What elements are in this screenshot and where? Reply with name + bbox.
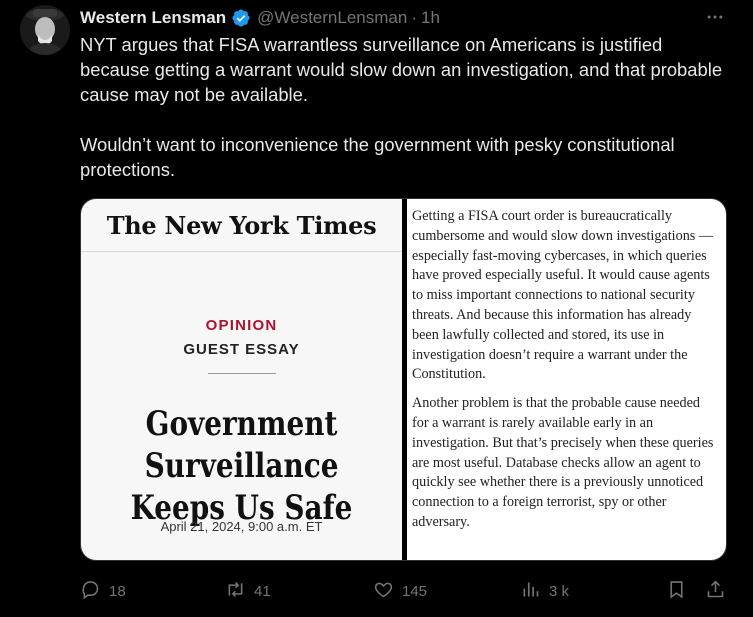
excerpt-paragraph: Another problem is that the probable cau… xyxy=(412,395,714,530)
views-button[interactable]: 3 k xyxy=(520,578,569,604)
more-icon[interactable] xyxy=(703,6,727,28)
repost-count: 41 xyxy=(254,582,271,600)
repost-icon xyxy=(225,579,246,604)
nyt-logo: The New York Times xyxy=(106,211,377,240)
kicker-label: GUEST ESSAY xyxy=(183,341,300,358)
bookmark-button[interactable] xyxy=(666,578,687,604)
author-handle[interactable]: @WesternLensman xyxy=(257,8,407,28)
article-date: April 21, 2024, 9:00 a.m. ET xyxy=(160,519,323,534)
share-button[interactable] xyxy=(705,578,726,604)
like-button[interactable]: 145 xyxy=(373,578,427,604)
reply-count: 18 xyxy=(109,582,126,600)
avatar-image xyxy=(20,5,70,55)
divider xyxy=(208,373,276,374)
bookmark-icon xyxy=(666,579,687,604)
verified-badge-icon xyxy=(231,8,251,28)
like-count: 145 xyxy=(402,582,428,600)
reply-icon xyxy=(80,579,101,604)
views-count: 3 k xyxy=(549,582,570,600)
author-name[interactable]: Western Lensman xyxy=(80,8,226,28)
section-label: OPINION xyxy=(205,317,278,334)
heart-icon xyxy=(373,579,394,604)
article-excerpt: Getting a FISA court order is bureaucrat… xyxy=(412,207,720,533)
tweet-paragraph: Wouldn’t want to inconvenience the gover… xyxy=(80,134,675,180)
views-icon xyxy=(520,579,541,604)
avatar[interactable] xyxy=(20,5,70,55)
divider xyxy=(81,251,402,252)
headline-line: Government Surveillance xyxy=(144,404,339,486)
article-excerpt-panel: Getting a FISA court order is bureaucrat… xyxy=(407,199,726,560)
action-bar: 18 41 145 3 k xyxy=(80,578,730,604)
reply-button[interactable]: 18 xyxy=(80,578,126,604)
timestamp[interactable]: 1h xyxy=(421,8,440,28)
separator-dot: · xyxy=(411,8,417,27)
article-headline: Government Surveillance Keeps Us Safe xyxy=(110,403,373,529)
tweet-text: NYT argues that FISA warrantless surveil… xyxy=(80,32,730,182)
excerpt-paragraph: Getting a FISA court order is bureaucrat… xyxy=(412,208,714,383)
share-icon xyxy=(705,579,726,604)
repost-button[interactable]: 41 xyxy=(225,578,271,604)
tweet-header: Western Lensman @WesternLensman · 1h xyxy=(80,6,737,30)
nyt-article-panel: The New York Times OPINION GUEST ESSAY G… xyxy=(81,199,402,560)
tweet-media-image[interactable]: The New York Times OPINION GUEST ESSAY G… xyxy=(80,198,727,561)
tweet-paragraph: NYT argues that FISA warrantless surveil… xyxy=(80,34,723,105)
